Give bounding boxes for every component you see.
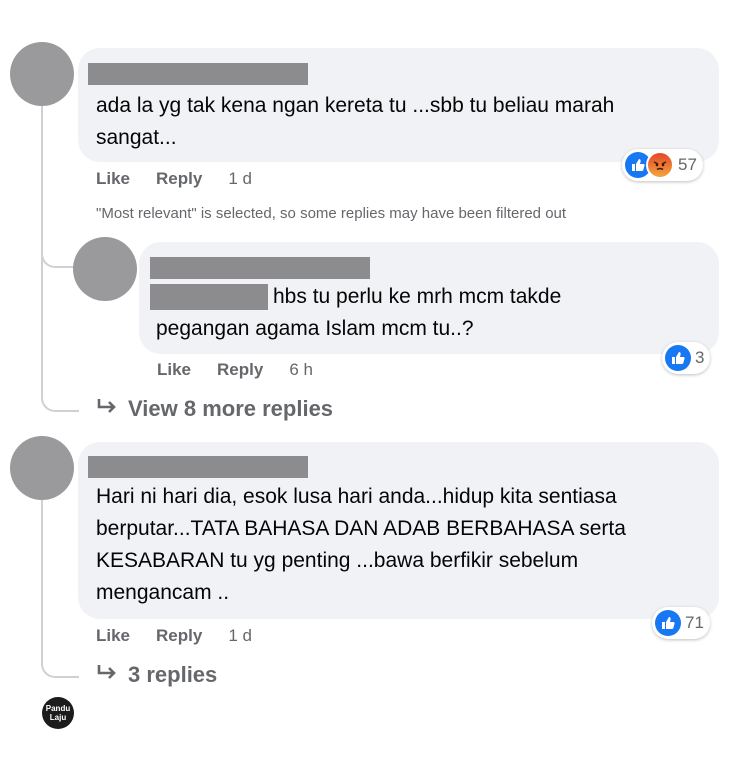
reply-arrow-icon xyxy=(96,396,118,422)
reply-button[interactable]: Reply xyxy=(156,626,202,646)
replies-label: 3 replies xyxy=(128,662,218,687)
reaction-summary[interactable]: 57 xyxy=(622,149,703,181)
reply-button[interactable]: Reply xyxy=(156,169,202,189)
reply-connector xyxy=(41,380,79,412)
reaction-count: 71 xyxy=(685,613,704,632)
reaction-summary[interactable]: 71 xyxy=(652,607,710,639)
view-more-replies-link[interactable]: View 8 more replies xyxy=(96,396,333,422)
comment-text: pegangan agama Islam mcm tu..? xyxy=(156,317,474,340)
comment-text: Hari ni hari dia, esok lusa hari anda...… xyxy=(96,485,617,508)
redacted-author-name[interactable] xyxy=(88,63,308,85)
avatar[interactable] xyxy=(73,237,137,301)
like-button[interactable]: Like xyxy=(157,360,191,380)
redacted-author-name[interactable] xyxy=(88,456,308,478)
timestamp[interactable]: 1 d xyxy=(228,169,252,189)
comment-text: sangat... xyxy=(96,126,177,149)
comment-actions: Like Reply 1 d xyxy=(96,169,252,189)
comment-text: berputar...TATA BAHASA DAN ADAB BERBAHAS… xyxy=(96,517,626,540)
like-button[interactable]: Like xyxy=(96,169,130,189)
reaction-count: 3 xyxy=(695,348,705,367)
comment-actions: Like Reply 1 d xyxy=(96,626,252,646)
watermark-logo: Pandu Laju xyxy=(42,697,74,729)
like-icon xyxy=(665,345,691,371)
like-button[interactable]: Like xyxy=(96,626,130,646)
redacted-author-name[interactable] xyxy=(150,257,370,279)
reply-button[interactable]: Reply xyxy=(217,360,263,380)
comment-actions: Like Reply 6 h xyxy=(157,360,313,380)
comment-text: KESABARAN tu yg penting ...bawa berfikir… xyxy=(96,549,579,572)
filter-notice: "Most relevant" is selected, so some rep… xyxy=(96,205,567,222)
comment-text: ada la yg tak kena ngan kereta tu ...sbb… xyxy=(96,94,615,117)
angry-icon xyxy=(646,151,674,179)
view-more-replies-label: View 8 more replies xyxy=(128,396,334,421)
reply-arrow-icon xyxy=(96,662,118,688)
comment-text: hbs tu perlu ke mrh mcm takde xyxy=(273,285,562,308)
comment-text: mengancam .. xyxy=(96,581,230,604)
redacted-mention[interactable] xyxy=(150,284,268,310)
reaction-summary[interactable]: 3 xyxy=(662,342,711,374)
thread-line xyxy=(41,500,43,640)
like-icon xyxy=(655,610,681,636)
replies-link[interactable]: 3 replies xyxy=(96,662,217,688)
timestamp[interactable]: 1 d xyxy=(228,626,252,646)
avatar[interactable] xyxy=(10,436,74,500)
reply-connector xyxy=(41,640,79,678)
timestamp[interactable]: 6 h xyxy=(289,360,313,380)
reaction-count: 57 xyxy=(678,155,697,174)
avatar[interactable] xyxy=(10,42,74,106)
